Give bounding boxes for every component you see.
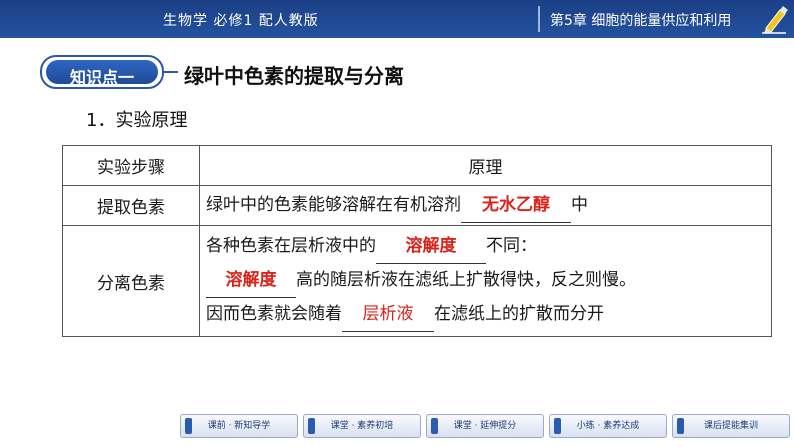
answer-blank: 溶解度	[206, 264, 296, 298]
badge-connector	[164, 71, 178, 73]
knowledge-point-title: 绿叶中色素的提取与分离	[184, 64, 404, 88]
knowledge-point-badge: 知识点一	[40, 55, 164, 89]
table-row: 分离色素 各种色素在层析液中的 溶解度 不同： 溶解度 高的随层析液在滤纸上扩散得快，…	[62, 225, 772, 337]
table-header-step: 实验步骤	[62, 145, 200, 186]
principle-cell: 各种色素在层析液中的 溶解度 不同： 溶解度 高的随层析液在滤纸上扩散得快，反之则慢。…	[199, 225, 772, 337]
answer-blank: 层析液	[342, 298, 434, 332]
step-cell: 提取色素	[62, 185, 200, 226]
table-header-row: 实验步骤 原理	[62, 145, 772, 186]
answer-blank: 溶解度	[376, 230, 486, 264]
table-header-principle: 原理	[199, 145, 772, 186]
chapter-title: 第5章 细胞的能量供应和利用	[550, 13, 732, 29]
nav-button-class-extend[interactable]: 课堂 · 延伸提分	[426, 414, 544, 438]
nav-button-class-basic[interactable]: 课堂 · 素养初培	[303, 414, 421, 438]
principle-text: 因而色素就会随着	[206, 304, 342, 324]
principle-table: 实验步骤 原理 提取色素 绿叶中的色素能够溶解在有机溶剂 无水乙醇中 分离色素 各…	[62, 145, 772, 337]
nav-button-after-class[interactable]: 课后提能集训	[672, 414, 790, 438]
principle-text: 中	[571, 194, 588, 215]
section-title: 1．实验原理	[86, 110, 188, 131]
header-divider	[538, 6, 540, 32]
principle-cell: 绿叶中的色素能够溶解在有机溶剂 无水乙醇中	[199, 185, 772, 226]
answer-blank: 无水乙醇	[461, 189, 571, 223]
top-header-bar: 生物学 必修1 配人教版 第5章 细胞的能量供应和利用	[0, 0, 794, 38]
nav-button-practice[interactable]: 小练 · 素养达成	[549, 414, 667, 438]
principle-text: 各种色素在层析液中的	[206, 236, 376, 256]
book-title: 生物学 必修1 配人教版	[163, 13, 319, 29]
pencil-icon	[762, 6, 788, 34]
table-row: 提取色素 绿叶中的色素能够溶解在有机溶剂 无水乙醇中	[62, 185, 772, 226]
principle-text: 高的随层析液在滤纸上扩散得快，反之则慢。	[296, 270, 636, 290]
knowledge-point-badge-label: 知识点一	[69, 68, 134, 87]
principle-text: 不同：	[486, 236, 537, 256]
nav-button-pre-class[interactable]: 课前 · 新知导学	[180, 414, 298, 438]
principle-text: 绿叶中的色素能够溶解在有机溶剂	[206, 194, 461, 215]
step-cell: 分离色素	[62, 225, 200, 337]
principle-text: 在滤纸上的扩散而分开	[434, 304, 604, 324]
